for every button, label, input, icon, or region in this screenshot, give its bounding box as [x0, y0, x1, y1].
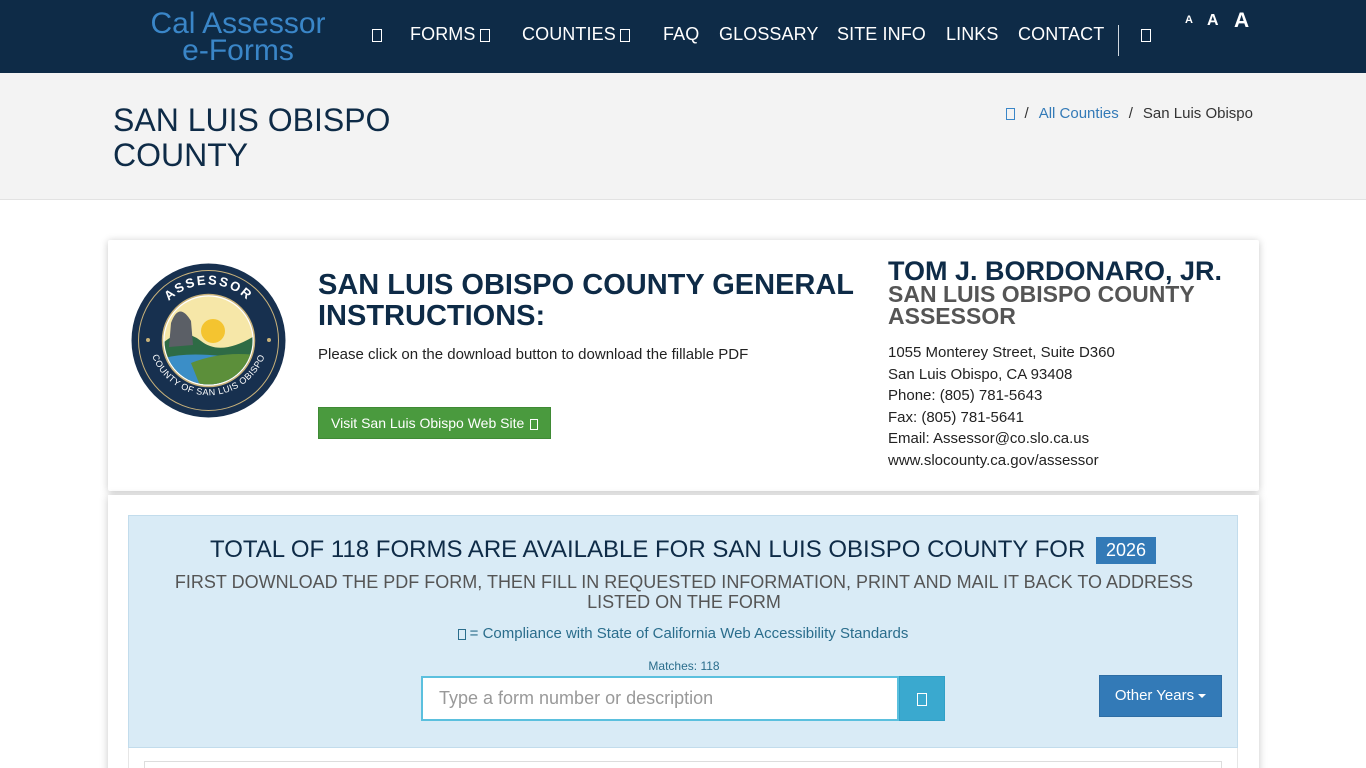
nav-counties[interactable]: COUNTIES	[522, 24, 630, 45]
nav-divider	[1118, 25, 1119, 56]
top-navbar: Cal Assessor e-Forms FORMS COUNTIES FAQ …	[0, 0, 1366, 73]
fax: Fax: (805) 781-5641	[888, 408, 1024, 426]
search-icon	[917, 692, 927, 706]
logo-line-1: Cal Assessor	[150, 7, 326, 40]
breadcrumb-separator: /	[1024, 105, 1029, 122]
breadcrumb-separator: /	[1128, 105, 1133, 122]
address-line-1: 1055 Monterey Street, Suite D360	[888, 344, 1115, 361]
font-size-medium[interactable]: A	[1207, 12, 1219, 30]
search-submit-button[interactable]	[899, 676, 945, 721]
breadcrumb-current: San Luis Obispo	[1142, 105, 1253, 122]
assessor-contact: 1055 Monterey Street, Suite D360 San Lui…	[888, 342, 1115, 471]
nav-site-info[interactable]: SITE INFO	[837, 24, 926, 45]
assessor-title: SAN LUIS OBISPO COUNTY ASSESSOR	[888, 281, 1195, 329]
forms-heading: TOTAL OF 118 FORMS ARE AVAILABLE FOR SAN…	[129, 536, 1237, 565]
compliance-text: = Compliance with State of California We…	[469, 625, 909, 642]
county-info-card: ASSESSOR COUNTY OF SAN LUIS OBISPO SAN L…	[108, 240, 1259, 491]
website-link[interactable]: www.slocounty.ca.gov/assessor	[888, 450, 1115, 472]
instructions-text: Please click on the download button to d…	[318, 346, 749, 363]
forms-table	[144, 761, 1222, 768]
chevron-down-icon	[619, 28, 630, 42]
home-icon[interactable]	[1005, 107, 1015, 120]
year-badge: 2026	[1095, 537, 1157, 565]
nav-forms[interactable]: FORMS	[410, 24, 490, 45]
visit-website-button[interactable]: Visit San Luis Obispo Web Site	[318, 407, 552, 439]
caret-down-icon	[1198, 694, 1207, 699]
external-link-icon	[530, 418, 539, 430]
matches-count: Matches: 118	[648, 659, 720, 673]
breadcrumb: / All Counties / San Luis Obispo	[1005, 105, 1253, 122]
forms-subheading: FIRST DOWNLOAD THE PDF FORM, THEN FILL I…	[174, 572, 1194, 612]
visit-website-label: Visit San Luis Obispo Web Site	[331, 415, 525, 431]
other-years-dropdown[interactable]: Other Years	[1099, 675, 1222, 717]
other-years-label: Other Years	[1114, 687, 1195, 704]
logo-line-2: e-Forms	[182, 34, 294, 67]
forms-table-area	[128, 748, 1238, 768]
address-line-2: San Luis Obispo, CA 93408	[888, 365, 1073, 383]
forms-search-panel: TOTAL OF 118 FORMS ARE AVAILABLE FOR SAN…	[128, 515, 1238, 748]
chevron-down-icon	[479, 28, 490, 42]
instructions-title: SAN LUIS OBISPO COUNTY GENERAL INSTRUCTI…	[318, 269, 854, 332]
home-icon[interactable]	[372, 24, 382, 45]
accessibility-icon	[457, 628, 466, 640]
breadcrumb-all-counties[interactable]: All Counties	[1039, 105, 1119, 122]
county-seal-logo: ASSESSOR COUNTY OF SAN LUIS OBISPO	[131, 263, 286, 418]
page-title: SAN LUIS OBISPO COUNTY	[113, 102, 391, 173]
forms-heading-text: TOTAL OF 118 FORMS ARE AVAILABLE FOR SAN…	[209, 536, 1086, 563]
search-icon[interactable]	[1141, 24, 1151, 45]
email[interactable]: Email: Assessor@co.slo.ca.us	[888, 428, 1115, 450]
nav-faq[interactable]: FAQ	[663, 24, 699, 45]
nav-counties-label: COUNTIES	[522, 24, 616, 44]
page-header: SAN LUIS OBISPO COUNTY / All Counties / …	[0, 73, 1366, 200]
form-search-input[interactable]	[421, 676, 899, 721]
font-size-large[interactable]: A	[1234, 9, 1249, 33]
font-size-small[interactable]: A	[1185, 14, 1193, 26]
nav-contact[interactable]: CONTACT	[1018, 24, 1104, 45]
nav-forms-label: FORMS	[410, 24, 476, 44]
compliance-note: = Compliance with State of California We…	[129, 625, 1237, 642]
nav-glossary[interactable]: GLOSSARY	[719, 24, 819, 45]
site-logo[interactable]: Cal Assessor e-Forms	[143, 7, 333, 67]
phone: Phone: (805) 781-5643	[888, 387, 1043, 404]
nav-links[interactable]: LINKS	[946, 24, 999, 45]
